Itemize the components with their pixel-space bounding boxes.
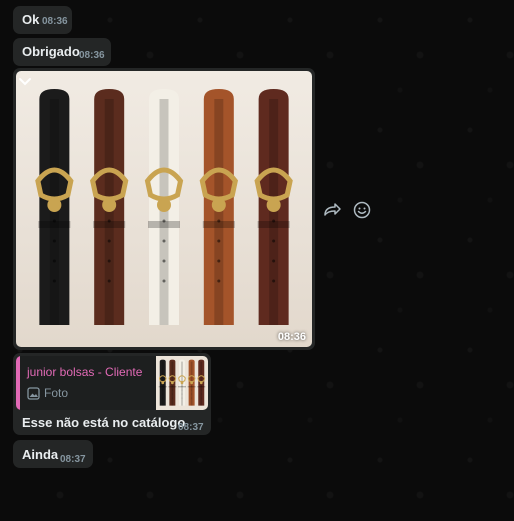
message-text: Ainda <box>22 447 59 462</box>
message-obrigado[interactable]: Obrigado 08:36 <box>13 38 111 66</box>
emoji-icon[interactable] <box>352 200 372 220</box>
belt <box>178 359 186 406</box>
message-time: 08:36 <box>79 50 105 61</box>
belt <box>254 89 293 325</box>
message-time: 08:36 <box>277 331 306 343</box>
message-reply[interactable]: junior bolsas - Cliente Foto Esse não es… <box>13 353 211 435</box>
belt <box>90 89 129 325</box>
belt <box>187 359 196 406</box>
chevron-down-icon[interactable] <box>16 73 34 91</box>
belt <box>144 89 184 325</box>
message-text: Esse não está no catálogo <box>22 415 186 430</box>
message-text: Obrigado <box>22 44 80 59</box>
belt <box>199 89 238 325</box>
belt <box>158 359 167 406</box>
belts-illustration <box>35 89 293 325</box>
belt <box>35 89 74 325</box>
message-time: 08:37 <box>178 422 204 433</box>
message-ok[interactable]: Ok 08:36 <box>13 6 72 34</box>
quoted-type: Foto <box>27 386 68 400</box>
message-time: 08:36 <box>42 16 68 27</box>
quoted-type-label: Foto <box>44 386 69 400</box>
belt <box>197 359 206 406</box>
photo-icon <box>27 386 40 400</box>
forward-icon[interactable] <box>322 200 342 220</box>
message-text: Ok <box>22 12 40 27</box>
message-image[interactable]: 08:36 <box>13 68 315 350</box>
message-time: 08:37 <box>60 454 86 465</box>
message-actions <box>322 200 372 220</box>
quoted-message[interactable]: junior bolsas - Cliente Foto <box>16 356 208 410</box>
belt-photo[interactable]: 08:36 <box>16 71 312 347</box>
quoted-author: junior bolsas - Cliente <box>27 365 143 379</box>
belt <box>168 359 177 406</box>
quote-accent-bar <box>16 356 20 410</box>
message-ainda[interactable]: Ainda 08:37 <box>13 440 93 468</box>
quoted-thumbnail <box>156 356 208 410</box>
